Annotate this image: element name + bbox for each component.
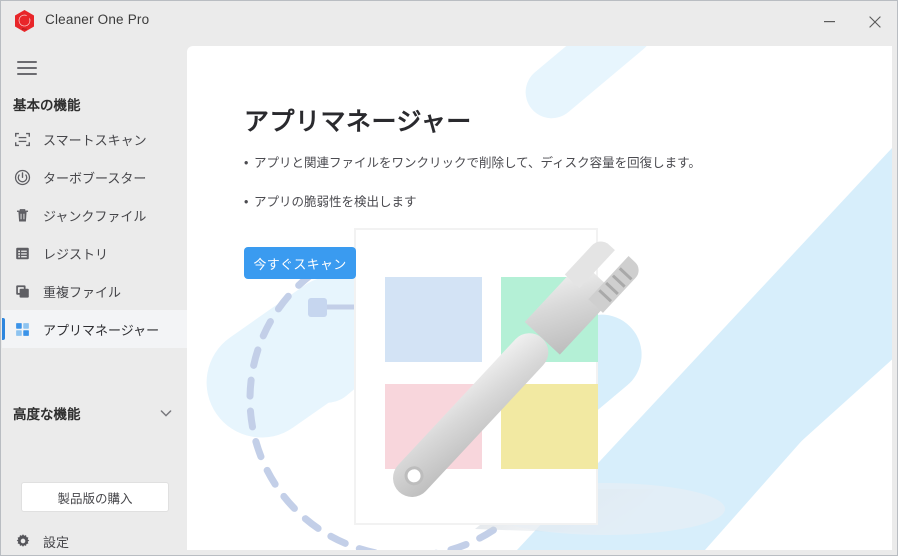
svg-text:Pro: Pro [22, 27, 27, 31]
minimize-button[interactable] [807, 1, 852, 42]
sidebar-item-label: ジャンクファイル [43, 206, 146, 225]
sidebar-section-basic-title: 基本の機能 [13, 94, 81, 114]
gear-icon [13, 532, 32, 551]
sidebar-item-duplicate-files[interactable]: 重複ファイル [2, 272, 187, 310]
smart-scan-icon [13, 130, 32, 149]
close-button[interactable] [852, 1, 897, 42]
app-manager-grid-icon [13, 320, 32, 339]
list-item: •アプリと関連ファイルをワンクリックで削除して、ディスク容量を回復します。 [244, 154, 701, 172]
bullet-text: アプリと関連ファイルをワンクリックで削除して、ディスク容量を回復します。 [254, 156, 701, 170]
page-title: アプリマネージャー [244, 102, 472, 138]
window-controls [807, 1, 897, 42]
sidebar-item-settings[interactable]: 設定 [2, 524, 187, 556]
duplicate-files-icon [13, 282, 32, 301]
main-content: アプリマネージャー •アプリと関連ファイルをワンクリックで削除して、ディスク容量… [187, 46, 892, 550]
sidebar-item-label: ターボブースター [43, 168, 146, 187]
sidebar-section-advanced[interactable]: 高度な機能 [2, 398, 187, 428]
registry-list-icon [13, 244, 32, 263]
sidebar-item-label: 重複ファイル [43, 282, 121, 301]
feature-bullet-list: •アプリと関連ファイルをワンクリックで削除して、ディスク容量を回復します。 •ア… [244, 154, 701, 232]
turbo-booster-icon [13, 168, 32, 187]
buy-pro-button[interactable]: 製品版の購入 [21, 482, 169, 512]
app-window: Pro Cleaner One Pro 基本の機能 [0, 0, 898, 556]
app-title: Cleaner One Pro [45, 12, 149, 27]
minimize-icon [824, 16, 835, 27]
hamburger-menu-icon[interactable] [14, 55, 40, 81]
cleaner-one-logo: Pro [12, 9, 37, 34]
sidebar-section-advanced-title: 高度な機能 [13, 403, 159, 423]
sidebar-item-label: スマートスキャン [43, 130, 147, 149]
chevron-down-icon [159, 406, 173, 420]
bullet-marker: • [244, 193, 254, 211]
sidebar-item-label: レジストリ [43, 244, 108, 263]
sidebar-item-smart-scan[interactable]: スマートスキャン [2, 120, 187, 158]
sidebar-item-app-manager[interactable]: アプリマネージャー [2, 310, 187, 348]
sidebar-item-turbo-booster[interactable]: ターボブースター [2, 158, 187, 196]
sidebar-item-label: 設定 [43, 532, 69, 551]
trash-icon [13, 206, 32, 225]
sidebar-item-registry[interactable]: レジストリ [2, 234, 187, 272]
scan-now-button[interactable]: 今すぐスキャン [244, 247, 356, 279]
bullet-text: アプリの脆弱性を検出します [254, 195, 417, 209]
sidebar: 基本の機能 スマートスキャン [2, 42, 187, 554]
sidebar-item-junk-files[interactable]: ジャンクファイル [2, 196, 187, 234]
bullet-marker: • [244, 154, 254, 172]
title-bar: Pro Cleaner One Pro [1, 1, 897, 42]
list-item: •アプリの脆弱性を検出します [244, 193, 701, 211]
sidebar-nav: スマートスキャン ターボブースター [2, 120, 187, 348]
close-icon [869, 16, 881, 28]
sidebar-item-label: アプリマネージャー [43, 320, 159, 339]
